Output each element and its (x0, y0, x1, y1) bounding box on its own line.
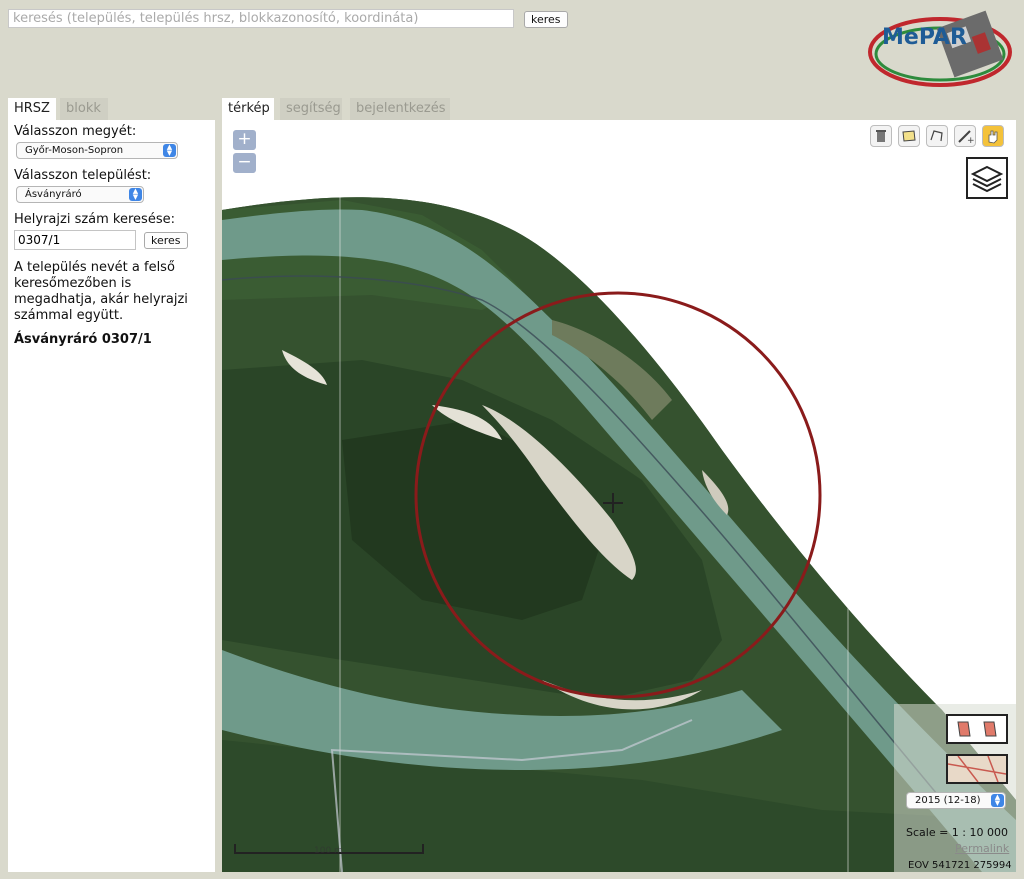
hrsz-input[interactable] (14, 230, 136, 250)
county-label: Válasszon megyét: (14, 124, 137, 139)
scale-bar-label: 100 m (314, 846, 343, 856)
hrsz-panel: Válasszon megyét: Győr-Moson-Sopron ▲ ▼ V… (8, 120, 215, 872)
mepar-logo: MePAR (866, 8, 1014, 92)
hand-pan-icon[interactable] (982, 125, 1004, 147)
county-select[interactable]: Győr-Moson-Sopron ▲ ▼ (16, 142, 178, 159)
town-label: Válasszon települést: (14, 168, 152, 183)
search-result[interactable]: Ásványráró 0307/1 (14, 332, 152, 347)
map-view[interactable]: + − + 2015 (12-18) ▲ ▼ Scale = 1: 10 00… (222, 120, 1016, 872)
pencil-plus-icon[interactable]: + (954, 125, 976, 147)
search-button[interactable]: keres (524, 11, 568, 28)
year-select-value: 2015 (12-18) (915, 795, 981, 806)
hrsz-search-button[interactable]: keres (144, 232, 188, 249)
trash-icon[interactable] (870, 125, 892, 147)
tab-hrsz[interactable]: HRSZ (8, 98, 56, 120)
select-arrows-icon: ▲ ▼ (163, 144, 176, 157)
layers-icon[interactable] (966, 157, 1008, 199)
scale-text: Scale = 1 : 10 000 (906, 826, 1008, 839)
tab-blokk[interactable]: blokk (60, 98, 108, 120)
zoom-out-button[interactable]: − (233, 153, 256, 173)
polygon-draw-icon[interactable] (926, 125, 948, 147)
tab-bejelentkezes[interactable]: bejelentkezés (350, 98, 450, 120)
parcel-layer-button[interactable] (946, 714, 1008, 744)
map-thumbnail-button[interactable] (946, 754, 1008, 784)
polygon-select-icon[interactable] (898, 125, 920, 147)
select-arrows-icon: ▲ ▼ (991, 794, 1004, 807)
permalink-link[interactable]: Permalink (955, 842, 1009, 855)
tab-segitseg[interactable]: segítség (280, 98, 342, 120)
select-arrows-icon: ▲ ▼ (129, 188, 142, 201)
svg-text:+: + (967, 136, 975, 146)
county-select-value: Győr-Moson-Sopron (25, 145, 124, 156)
coordinate-readout: EOV 541721 275994 (908, 860, 1012, 871)
hrsz-label: Helyrajzi szám keresése: (14, 212, 175, 227)
tab-terkep[interactable]: térkép (222, 98, 274, 120)
imagery-year-select[interactable]: 2015 (12-18) ▲ ▼ (906, 792, 1006, 809)
help-text: A település nevét a felső keresőmezőben … (14, 260, 188, 323)
top-bar: keres MePAR (0, 0, 1024, 95)
town-select[interactable]: Ásványráró ▲ ▼ (16, 186, 144, 203)
svg-text:MePAR: MePAR (882, 25, 967, 50)
town-select-value: Ásványráró (25, 189, 82, 200)
zoom-in-button[interactable]: + (233, 130, 256, 150)
search-input[interactable] (8, 9, 514, 28)
